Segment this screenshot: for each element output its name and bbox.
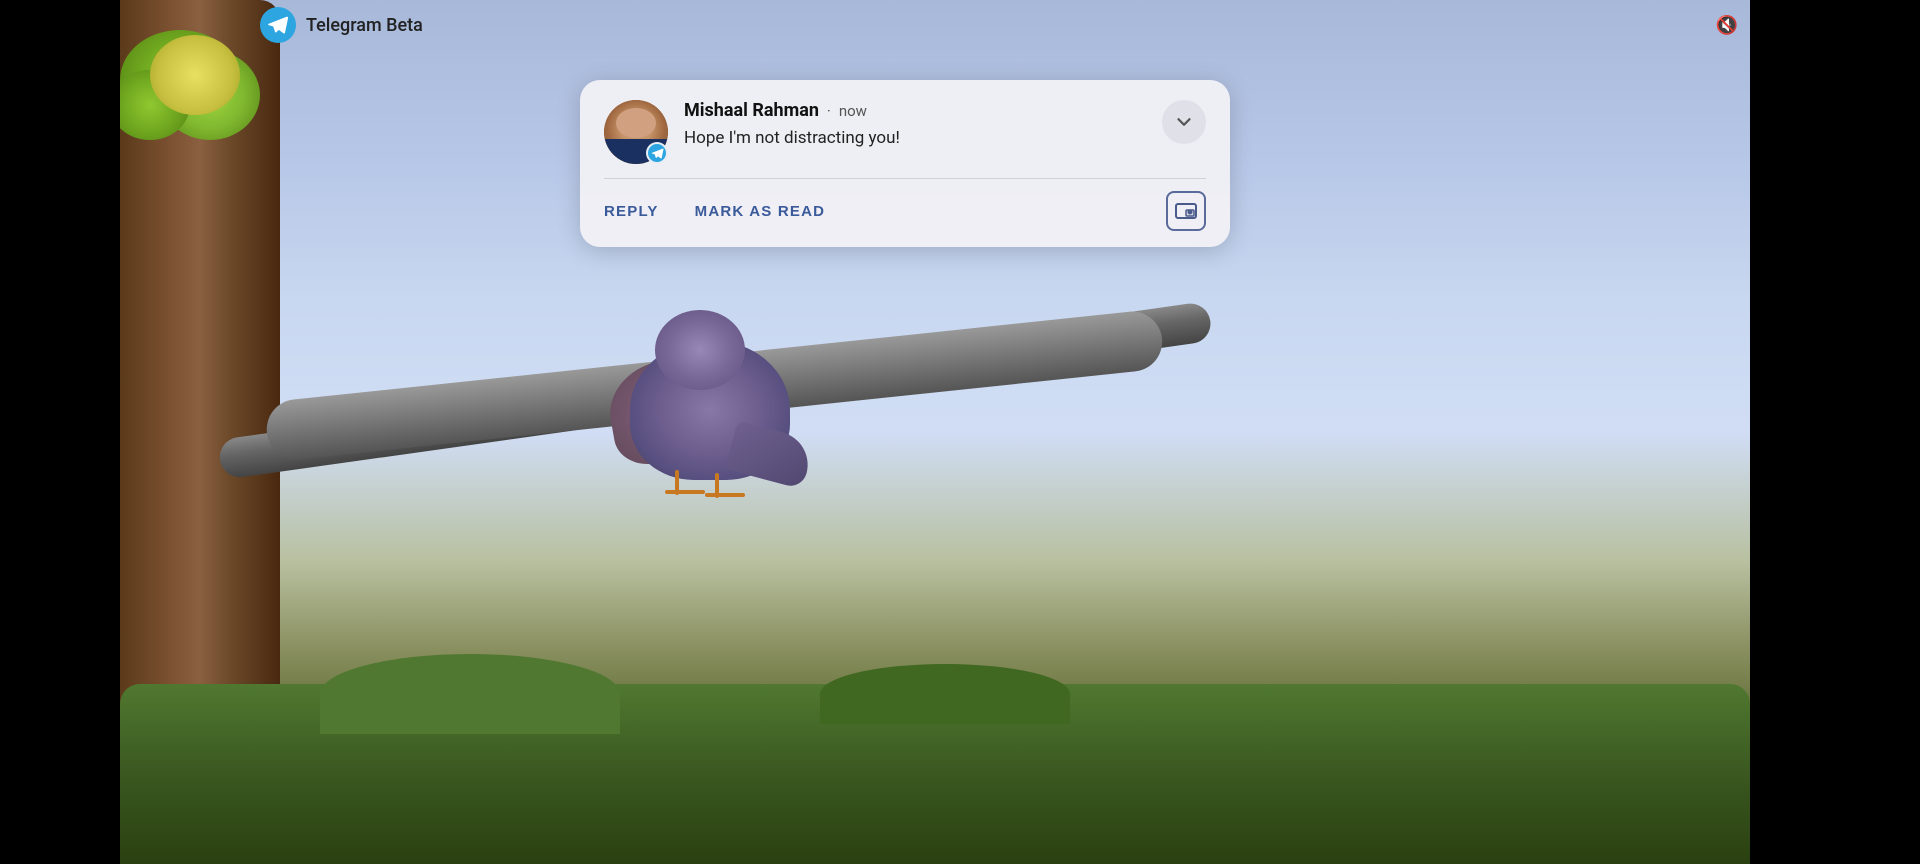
status-bar-left: Telegram Beta — [260, 7, 423, 43]
app-title: Telegram Beta — [306, 15, 423, 36]
notification-divider — [604, 178, 1206, 179]
black-left-bar — [0, 0, 120, 864]
telegram-badge-svg — [651, 147, 664, 160]
status-bar: Telegram Beta 🔇 94% — [240, 0, 1750, 50]
notification-header: Mishaal Rahman · now Hope I'm not distra… — [604, 100, 1206, 164]
black-right-bar — [1750, 0, 1920, 864]
background-scene: Telegram Beta 🔇 94% — [120, 0, 1750, 864]
telegram-svg — [267, 14, 289, 36]
notification-actions: REPLY MARK AS READ — [604, 191, 1206, 231]
inline-reply-button[interactable] — [1166, 191, 1206, 231]
inline-reply-icon — [1174, 199, 1198, 223]
telegram-app-icon — [260, 7, 296, 43]
bottom-greenery — [120, 684, 1750, 864]
notification-separator: · — [827, 102, 831, 120]
bird — [600, 310, 820, 510]
notification-left: Mishaal Rahman · now Hope I'm not distra… — [604, 100, 900, 164]
reply-button[interactable]: REPLY — [604, 199, 659, 224]
mark-as-read-button[interactable]: MARK AS READ — [695, 199, 826, 224]
telegram-badge-icon — [646, 142, 668, 164]
foliage-yellow-blob — [150, 35, 240, 115]
status-bar-right: 🔇 94% — [1716, 15, 1750, 36]
avatar-container — [604, 100, 668, 164]
bird-foot-right — [700, 473, 750, 503]
chevron-down-icon — [1173, 111, 1195, 133]
notification-card: Mishaal Rahman · now Hope I'm not distra… — [580, 80, 1230, 247]
expand-chevron-button[interactable] — [1162, 100, 1206, 144]
sender-name: Mishaal Rahman — [684, 100, 819, 121]
bird-head — [655, 310, 745, 390]
action-buttons: REPLY MARK AS READ — [604, 199, 825, 224]
mute-icon: 🔇 — [1716, 15, 1738, 36]
notification-time: now — [839, 102, 867, 120]
notification-content: Mishaal Rahman · now Hope I'm not distra… — [684, 100, 900, 151]
notification-message: Hope I'm not distracting you! — [684, 127, 900, 151]
sender-row: Mishaal Rahman · now — [684, 100, 900, 121]
